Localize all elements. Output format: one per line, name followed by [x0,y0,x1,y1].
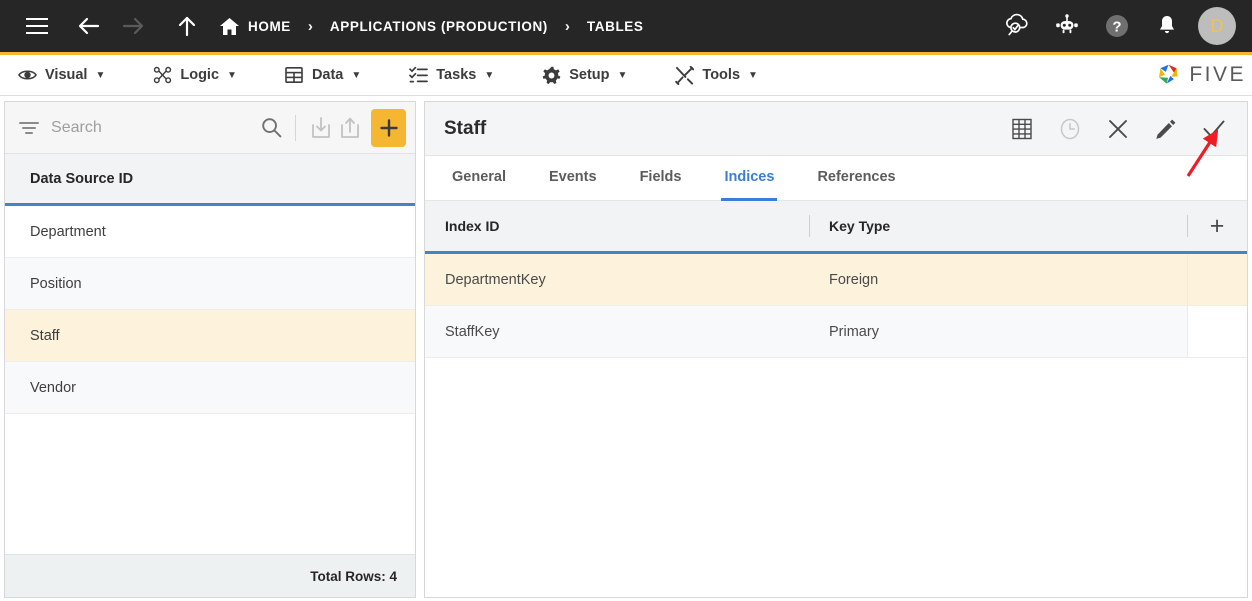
table-detail-panel: Staff General Events Fields Indices Refe… [424,101,1248,598]
menu-tools[interactable]: Tools ▼ [671,65,776,85]
add-record-button[interactable] [371,108,406,147]
page-title: Staff [444,117,487,139]
gear-icon [542,66,561,85]
arrow-left-icon[interactable] [70,7,108,45]
breadcrumb-separator: › [307,17,313,35]
cell-index-id: StaffKey [445,323,500,340]
breadcrumb-label-home: HOME [248,18,291,34]
menu-tools-label: Tools [702,67,741,83]
breadcrumb-separator: › [564,17,570,35]
search-icon[interactable] [258,113,285,143]
five-pinwheel-icon [1155,62,1182,89]
chevron-down-icon: ▼ [351,69,362,81]
menu-tasks-label: Tasks [436,67,477,83]
menu-data-label: Data [311,67,344,83]
tab-indices[interactable]: Indices [721,156,778,201]
svg-text:?: ? [1112,19,1121,36]
arrow-right-icon[interactable] [114,7,152,45]
chatbot-icon[interactable] [1048,7,1086,45]
chevron-down-icon: ▼ [484,69,495,81]
plus-icon: + [1209,211,1225,240]
arrow-up-icon[interactable] [168,7,206,45]
toolbar-divider [295,114,297,141]
cell-spacer [1187,254,1247,305]
grid-body: DepartmentKey Foreign StaffKey Primary [425,254,1247,597]
import-download-icon[interactable] [306,112,335,144]
cell-divider [1187,254,1188,305]
five-brand-logo: FIVE [1155,62,1246,89]
export-upload-icon[interactable] [335,112,364,144]
chevron-down-icon: ▼ [617,69,628,81]
history-clock-icon[interactable] [1057,116,1083,142]
notification-bell-icon[interactable] [1148,7,1186,45]
main-content-area: Data Source ID Department Position Staff… [0,96,1252,601]
menu-logic[interactable]: Logic ▼ [149,66,255,85]
cell-key-type: Primary [829,323,879,340]
logic-nodes-icon [153,66,172,85]
tab-events[interactable]: Events [546,156,600,201]
save-check-icon[interactable] [1201,116,1227,142]
total-rows-label: Total Rows: 4 [5,554,415,597]
chevron-down-icon: ▼ [748,69,758,81]
menu-setup-label: Setup [569,67,610,83]
sidebar-column-header[interactable]: Data Source ID [5,154,415,206]
close-x-icon[interactable] [1105,116,1131,142]
cell-key-type: Foreign [829,271,879,288]
column-header-key-type[interactable]: Key Type [809,201,1187,251]
menu-logic-label: Logic [180,67,220,83]
menu-setup[interactable]: Setup ▼ [538,66,645,85]
table-row[interactable]: DepartmentKey Foreign [425,254,1247,306]
hamburger-icon[interactable] [18,7,56,45]
menu-tasks[interactable]: Tasks ▼ [405,66,512,85]
menu-visual-label: Visual [45,67,88,83]
application-menu-bar: Visual ▼ Logic ▼ Data ▼ Tasks ▼ Setup ▼ … [0,55,1252,96]
checklist-icon [409,66,429,85]
chevron-down-icon: ▼ [227,69,237,81]
list-item[interactable]: Vendor [5,362,415,414]
data-source-list-panel: Data Source ID Department Position Staff… [4,101,416,598]
detail-tabs: General Events Fields Indices References [425,156,1247,201]
column-header-index-id[interactable]: Index ID [425,201,809,251]
breadcrumb-item-home[interactable]: HOME [220,17,291,35]
search-toolbar [5,102,415,154]
search-input[interactable] [39,118,259,137]
tools-wrench-icon [675,65,695,85]
grid-column-headers: Index ID Key Type + [425,201,1247,254]
tab-general[interactable]: General [449,156,509,201]
list-item[interactable]: Staff [5,310,415,362]
chevron-down-icon: ▼ [95,69,106,81]
cloud-search-icon[interactable] [998,7,1036,45]
table-grid-icon [285,66,304,85]
detail-header: Staff [425,102,1247,156]
breadcrumb-item-tables[interactable]: TABLES [587,19,644,34]
cell-index-id: DepartmentKey [445,271,546,288]
detail-actions [1009,116,1227,142]
top-bar-actions: ? D [998,7,1236,45]
tab-references[interactable]: References [814,156,898,201]
tab-fields[interactable]: Fields [637,156,685,201]
home-icon [220,17,239,35]
edit-pencil-icon[interactable] [1153,116,1179,142]
five-brand-text: FIVE [1189,63,1246,86]
help-icon[interactable]: ? [1098,7,1136,45]
sidebar-row-list: Department Position Staff Vendor [5,206,415,554]
add-column-button[interactable]: + [1187,201,1247,251]
avatar[interactable]: D [1198,7,1236,45]
eye-icon [18,66,37,85]
top-navigation-bar: HOME › APPLICATIONS (PRODUCTION) › TABLE… [0,0,1252,55]
list-item[interactable]: Position [5,258,415,310]
menu-data[interactable]: Data ▼ [281,66,379,85]
menu-visual[interactable]: Visual ▼ [14,66,123,85]
list-item[interactable]: Department [5,206,415,258]
filter-icon[interactable] [19,121,39,135]
table-row[interactable]: StaffKey Primary [425,306,1247,358]
breadcrumb-item-applications[interactable]: APPLICATIONS (PRODUCTION) [330,19,548,34]
grid-view-icon[interactable] [1009,116,1035,142]
cell-spacer [1187,306,1247,357]
cell-divider [1187,306,1188,357]
